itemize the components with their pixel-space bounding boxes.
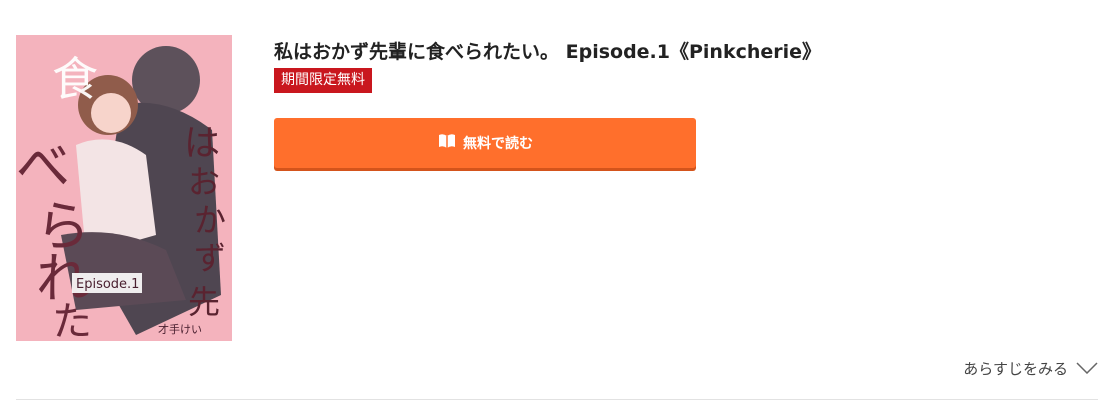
synopsis-link[interactable]: あらすじをみる	[963, 358, 1098, 379]
page-title: 私はおかず先輩に食べられたい。 Episode.1《Pinkcherie》	[274, 41, 822, 63]
chevron-down-icon	[1076, 360, 1098, 378]
read-free-button[interactable]: 無料で読む	[274, 118, 696, 168]
read-free-label: 無料で読む	[463, 136, 533, 152]
cover-episode-text: Episode.1	[76, 277, 139, 292]
svg-text:は: は	[184, 123, 220, 164]
book-icon	[437, 132, 457, 154]
cover-author-text: 才手けい	[158, 322, 202, 336]
svg-text:食: 食	[52, 52, 98, 106]
svg-text:お: お	[188, 163, 220, 201]
svg-text:べ: べ	[16, 135, 70, 198]
svg-text:ず: ず	[194, 239, 226, 277]
synopsis-label: あらすじをみる	[963, 360, 1068, 378]
divider	[16, 399, 1098, 400]
svg-text:か: か	[194, 201, 226, 239]
svg-text:先: 先	[188, 283, 220, 321]
cover-image[interactable]: 食 べ ら れ た は お か ず 先 Episode.1 才手けい	[16, 35, 232, 341]
status-badge: 期間限定無料	[274, 68, 372, 93]
svg-text:た: た	[52, 299, 92, 341]
cover-art: 食 べ ら れ た は お か ず 先 Episode.1 才手けい	[16, 35, 232, 341]
